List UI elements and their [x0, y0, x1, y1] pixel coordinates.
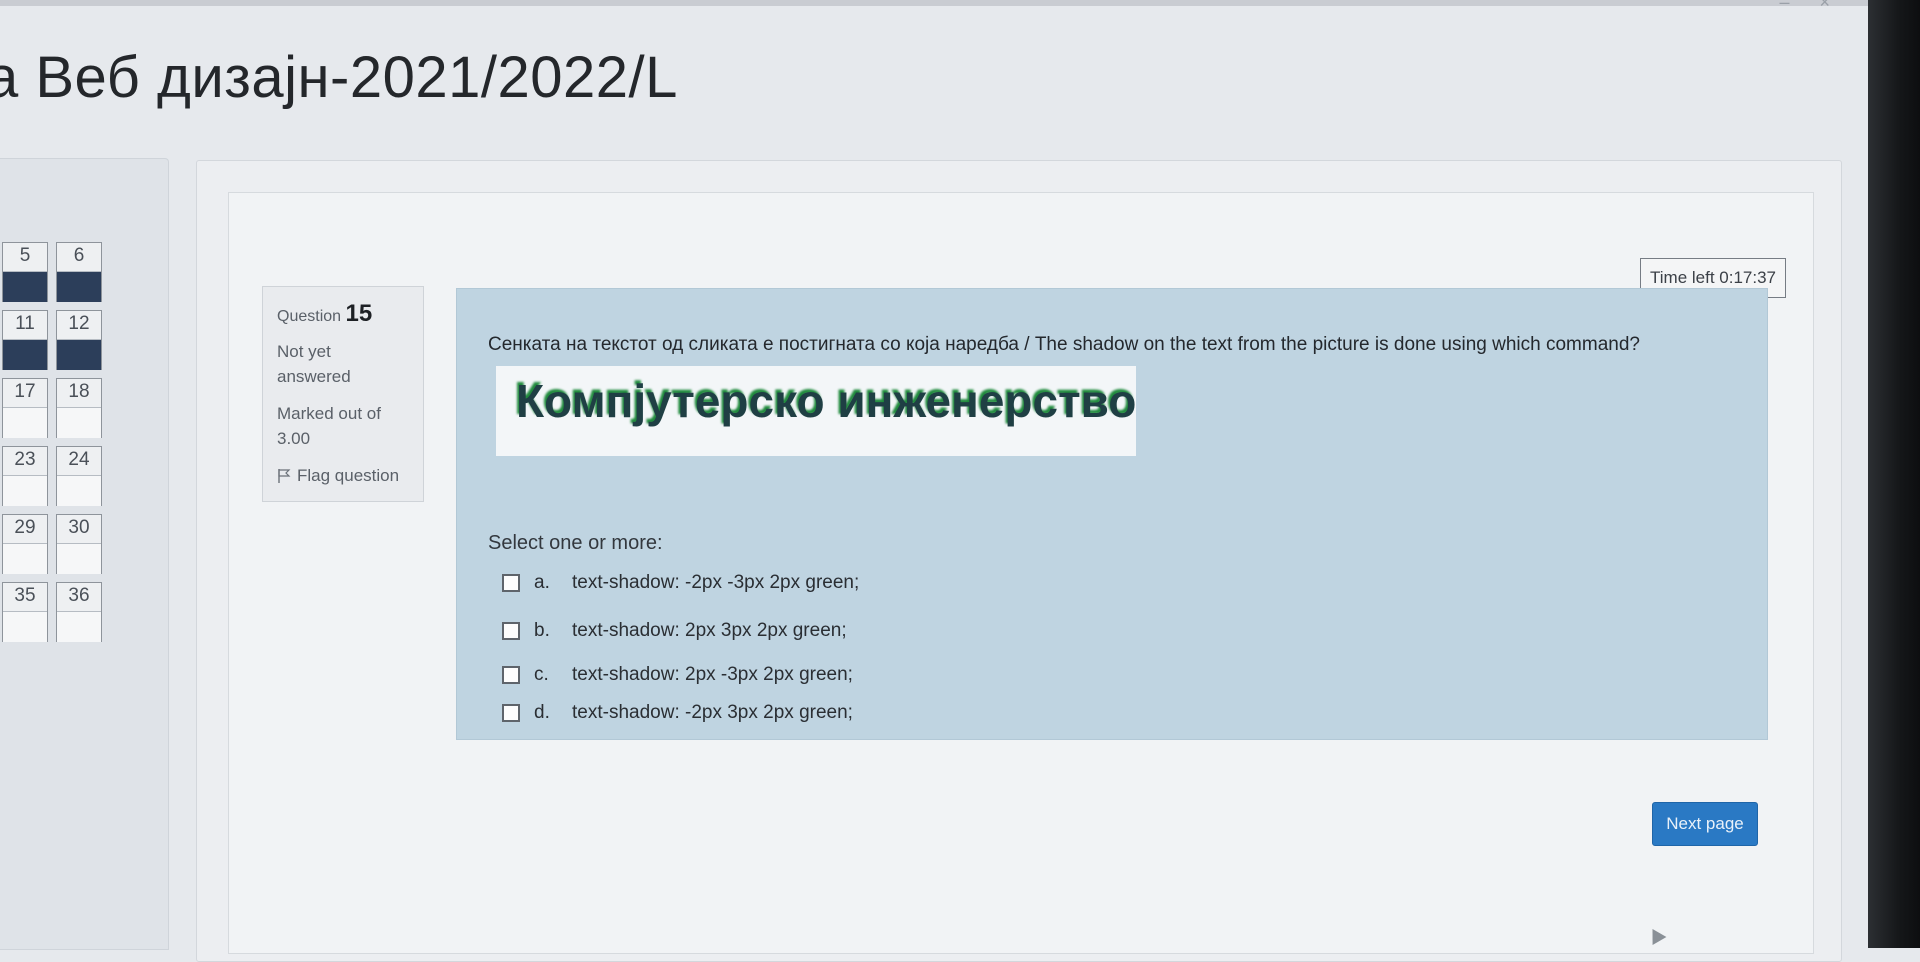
window-top-edge	[0, 0, 1920, 6]
minimize-icon[interactable]: –	[1779, 0, 1819, 12]
quiz-nav-button[interactable]: 5	[2, 242, 48, 302]
quiz-nav-button[interactable]: 24	[56, 446, 102, 506]
quiz-nav-button-label: 5	[3, 243, 47, 272]
quiz-nav-status-fill	[57, 340, 101, 370]
answer-option-b[interactable]: b. text-shadow: 2px 3px 2px green;	[502, 618, 847, 644]
option-letter: d.	[534, 702, 550, 723]
answer-option-c[interactable]: c. text-shadow: 2px -3px 2px green;	[502, 662, 853, 688]
quiz-nav-button-label: 12	[57, 311, 101, 340]
quiz-nav-status-fill	[57, 612, 101, 642]
quiz-nav-status-fill	[57, 544, 101, 574]
quiz-nav-button-label: 17	[3, 379, 47, 408]
question-text: Сенката на текстот од сликата е постигна…	[488, 334, 1640, 355]
window-controls[interactable]: –×	[1779, 0, 1860, 13]
option-text: text-shadow: -2px 3px 2px green;	[572, 702, 853, 723]
quiz-nav-status-fill	[3, 272, 47, 302]
question-marks: Marked out of 3.00	[277, 401, 409, 451]
marks-line-2: 3.00	[277, 429, 311, 448]
question-label: Question	[277, 308, 342, 325]
question-info-panel: Question 15 Not yet answered Marked out …	[262, 286, 424, 502]
quiz-nav-button[interactable]: 12	[56, 310, 102, 370]
quiz-nav-button-label: 6	[57, 243, 101, 272]
status-line-1: Not yet	[277, 342, 331, 361]
quiz-nav-button-label: 18	[57, 379, 101, 408]
quiz-nav-status-fill	[3, 340, 47, 370]
close-icon[interactable]: ×	[1819, 0, 1860, 12]
flag-icon	[278, 468, 291, 483]
question-status: Not yet answered	[277, 339, 409, 389]
checkbox-c[interactable]	[502, 666, 520, 684]
option-letter: a.	[534, 572, 550, 593]
quiz-nav-button[interactable]: 35	[2, 582, 48, 642]
flag-question-label: Flag question	[297, 466, 400, 485]
quiz-nav-button[interactable]: 17	[2, 378, 48, 438]
next-page-button[interactable]: Next page	[1652, 802, 1758, 846]
question-number: Question 15	[277, 301, 409, 329]
quiz-nav-status-fill	[57, 408, 101, 438]
quiz-nav-button[interactable]: 6	[56, 242, 102, 302]
quiz-nav-button[interactable]: 23	[2, 446, 48, 506]
question-image-text: Компјутерско инженерство	[516, 375, 1137, 427]
quiz-nav-button-label: 36	[57, 583, 101, 612]
flag-question-button[interactable]: Flag question	[277, 463, 409, 488]
quiz-nav-status-fill	[3, 544, 47, 574]
option-letter: c.	[534, 664, 549, 685]
quiz-nav-status-fill	[3, 408, 47, 438]
quiz-nav-button[interactable]: 18	[56, 378, 102, 438]
option-letter: b.	[534, 620, 550, 641]
quiz-nav-button[interactable]: 11	[2, 310, 48, 370]
quiz-nav-button[interactable]: 29	[2, 514, 48, 574]
quiz-nav-status-fill	[3, 612, 47, 642]
quiz-nav-button[interactable]: 36	[56, 582, 102, 642]
marks-line-1: Marked out of	[277, 404, 381, 423]
quiz-nav-status-fill	[3, 476, 47, 506]
status-line-2: answered	[277, 367, 351, 386]
answer-prompt: Select one or more:	[488, 532, 663, 554]
quiz-nav-button-label: 11	[3, 311, 47, 340]
question-number-value: 15	[345, 300, 373, 327]
quiz-nav-button-label: 24	[57, 447, 101, 476]
quiz-nav-button-label: 23	[3, 447, 47, 476]
quiz-nav-button[interactable]: 30	[56, 514, 102, 574]
quiz-nav-button-label: 30	[57, 515, 101, 544]
checkbox-b[interactable]	[502, 622, 520, 640]
quiz-nav-status-fill	[57, 272, 101, 302]
quiz-nav-status-fill	[57, 476, 101, 506]
answer-option-d[interactable]: d. text-shadow: -2px 3px 2px green;	[502, 700, 853, 726]
question-image: Компјутерско инженерство	[496, 366, 1136, 456]
option-text: text-shadow: -2px -3px 2px green;	[572, 572, 860, 593]
quiz-nav-button-label: 35	[3, 583, 47, 612]
option-text: text-shadow: 2px -3px 2px green;	[572, 664, 853, 685]
monitor-bezel	[1868, 0, 1920, 948]
quiz-nav-button-label: 29	[3, 515, 47, 544]
checkbox-d[interactable]	[502, 704, 520, 722]
answer-option-a[interactable]: a. text-shadow: -2px -3px 2px green;	[502, 570, 859, 596]
page-title: а Веб дизајн-2021/2022/L	[0, 45, 678, 110]
option-text: text-shadow: 2px 3px 2px green;	[572, 620, 847, 641]
checkbox-a[interactable]	[502, 574, 520, 592]
